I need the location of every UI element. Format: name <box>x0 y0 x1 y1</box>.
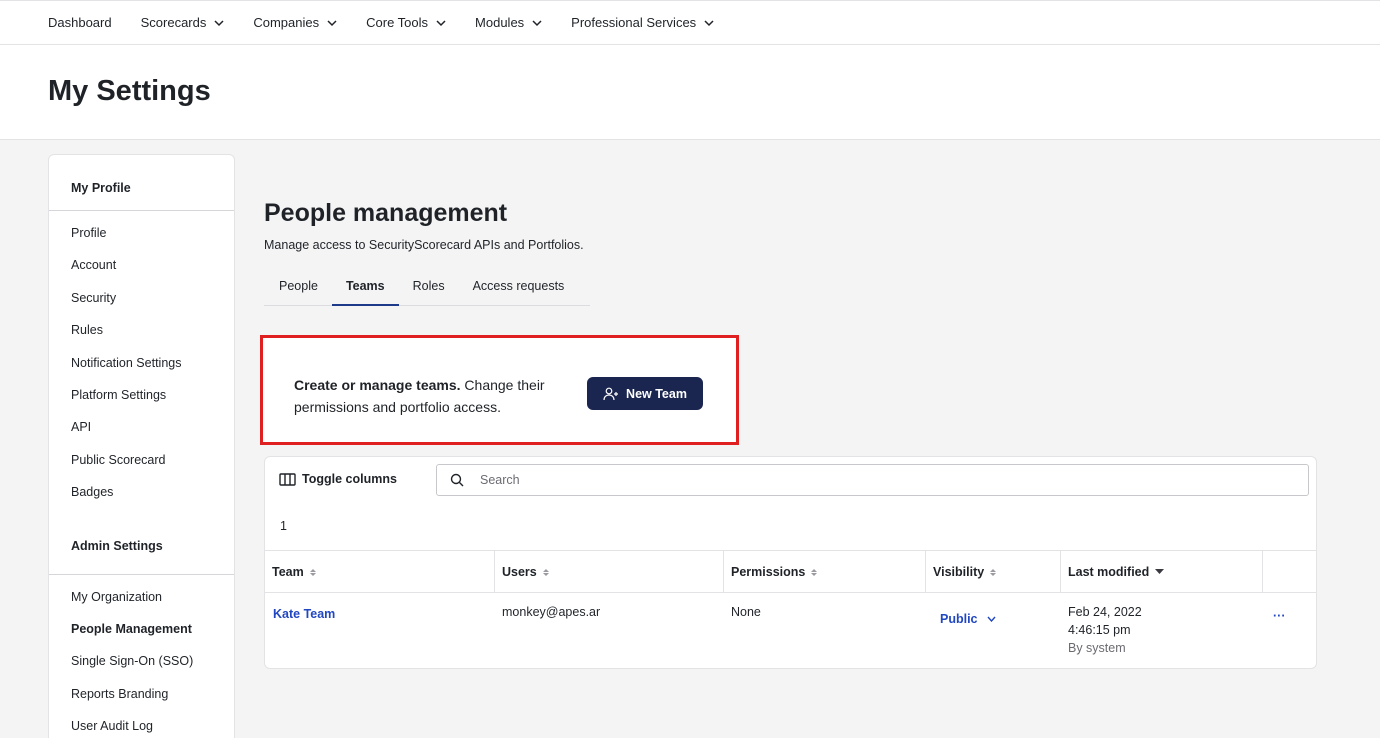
column-header-last-modified-label: Last modified <box>1068 565 1150 579</box>
section-subtitle: Manage access to SecurityScorecard APIs … <box>264 238 584 252</box>
nav-scorecards-label: Scorecards <box>140 15 207 30</box>
visibility-dropdown[interactable]: Public <box>940 612 996 626</box>
sidebar-admin-list: My Organization People Management Single… <box>49 575 234 738</box>
new-team-button[interactable]: New Team <box>587 377 703 410</box>
chevron-down-icon <box>704 19 714 26</box>
nav-dashboard[interactable]: Dashboard <box>48 15 112 30</box>
visibility-value: Public <box>940 612 978 626</box>
section-title: People management <box>264 199 508 227</box>
page-header: My Settings <box>0 45 1380 140</box>
column-header-permissions-label: Permissions <box>731 565 806 579</box>
sidebar-item-user-audit-log[interactable]: User Audit Log <box>49 715 234 738</box>
team-permissions: None <box>731 605 761 619</box>
search-input[interactable] <box>480 473 1280 487</box>
nav-modules-label: Modules <box>475 15 525 30</box>
tab-teams[interactable]: Teams <box>331 270 399 306</box>
sort-icon <box>309 568 316 576</box>
tab-roles[interactable]: Roles <box>399 270 459 306</box>
sort-desc-icon <box>1155 569 1165 574</box>
nav-modules[interactable]: Modules <box>475 15 542 30</box>
add-user-icon <box>603 387 619 400</box>
column-header-team[interactable]: Team <box>265 551 495 593</box>
chevron-down-icon <box>986 616 996 622</box>
sidebar-item-people-management[interactable]: People Management <box>49 618 234 650</box>
chevron-down-icon <box>214 19 224 26</box>
nav-companies[interactable]: Companies <box>253 15 337 30</box>
sort-icon <box>542 568 549 576</box>
chevron-down-icon <box>436 19 446 26</box>
column-header-users-label: Users <box>502 565 537 579</box>
modified-by: By system <box>1068 641 1126 655</box>
result-count: 1 <box>280 519 287 533</box>
nav-dashboard-label: Dashboard <box>48 15 112 30</box>
search-icon <box>450 473 464 487</box>
column-header-users[interactable]: Users <box>495 551 724 593</box>
sidebar-item-reports-branding[interactable]: Reports Branding <box>49 683 234 715</box>
sort-icon <box>990 568 997 576</box>
tab-access-requests[interactable]: Access requests <box>459 270 579 306</box>
sidebar-item-notification-settings[interactable]: Notification Settings <box>49 352 234 384</box>
tab-people[interactable]: People <box>264 270 332 306</box>
callout-text: Create or manage teams. Change their per… <box>294 374 584 418</box>
column-header-permissions[interactable]: Permissions <box>724 551 926 593</box>
toggle-columns-button[interactable]: Toggle columns <box>279 472 397 486</box>
sidebar-section-admin-settings: Admin Settings <box>49 522 234 575</box>
columns-icon <box>279 472 296 486</box>
sidebar-section-my-profile: My Profile <box>49 155 234 211</box>
modified-time: 4:46:15 pm <box>1068 623 1131 637</box>
nav-professional-services[interactable]: Professional Services <box>571 15 714 30</box>
callout-bold-text: Create or manage teams. <box>294 377 461 393</box>
sidebar-item-api[interactable]: API <box>49 416 234 448</box>
sidebar-item-sso[interactable]: Single Sign-On (SSO) <box>49 650 234 682</box>
create-teams-callout: Create or manage teams. Change their per… <box>260 335 739 445</box>
column-header-visibility[interactable]: Visibility <box>926 551 1061 593</box>
column-header-last-modified[interactable]: Last modified <box>1061 551 1263 593</box>
column-header-team-label: Team <box>272 565 304 579</box>
toggle-columns-label: Toggle columns <box>302 472 397 486</box>
chevron-down-icon <box>327 19 337 26</box>
teams-table-card: Toggle columns 1 Team Users Permissions … <box>264 456 1317 669</box>
nav-scorecards[interactable]: Scorecards <box>141 15 225 30</box>
nav-professional-services-label: Professional Services <box>571 15 697 30</box>
sidebar-item-rules[interactable]: Rules <box>49 319 234 351</box>
people-tabs: People Teams Roles Access requests <box>264 270 590 306</box>
nav-companies-label: Companies <box>253 15 320 30</box>
chevron-down-icon <box>532 19 542 26</box>
modified-date: Feb 24, 2022 <box>1068 605 1142 619</box>
top-navigation: Dashboard Scorecards Companies Core Tool… <box>0 0 1380 45</box>
sidebar-item-profile[interactable]: Profile <box>49 222 234 254</box>
more-actions-button[interactable]: ··· <box>1273 609 1286 623</box>
column-header-visibility-label: Visibility <box>933 565 985 579</box>
last-modified-cell: Feb 24, 2022 4:46:15 pm By system <box>1068 603 1142 657</box>
settings-sidebar: My Profile Profile Account Security Rule… <box>48 154 235 738</box>
new-team-button-label: New Team <box>626 386 687 401</box>
sidebar-item-my-organization[interactable]: My Organization <box>49 586 234 618</box>
sidebar-item-security[interactable]: Security <box>49 287 234 319</box>
sort-icon <box>811 568 818 576</box>
team-name-link[interactable]: Kate Team <box>273 607 335 621</box>
search-field <box>436 464 1309 496</box>
team-users: monkey@apes.ar <box>502 605 601 619</box>
sidebar-item-public-scorecard[interactable]: Public Scorecard <box>49 449 234 481</box>
sidebar-profile-list: Profile Account Security Rules Notificat… <box>49 211 234 514</box>
table-header: Team Users Permissions Visibility Last m… <box>265 550 1316 593</box>
page-title: My Settings <box>48 75 211 107</box>
nav-core-tools-label: Core Tools <box>366 15 429 30</box>
sidebar-item-badges[interactable]: Badges <box>49 481 234 513</box>
sidebar-item-platform-settings[interactable]: Platform Settings <box>49 384 234 416</box>
sidebar-item-account[interactable]: Account <box>49 254 234 286</box>
nav-core-tools[interactable]: Core Tools <box>366 15 446 30</box>
